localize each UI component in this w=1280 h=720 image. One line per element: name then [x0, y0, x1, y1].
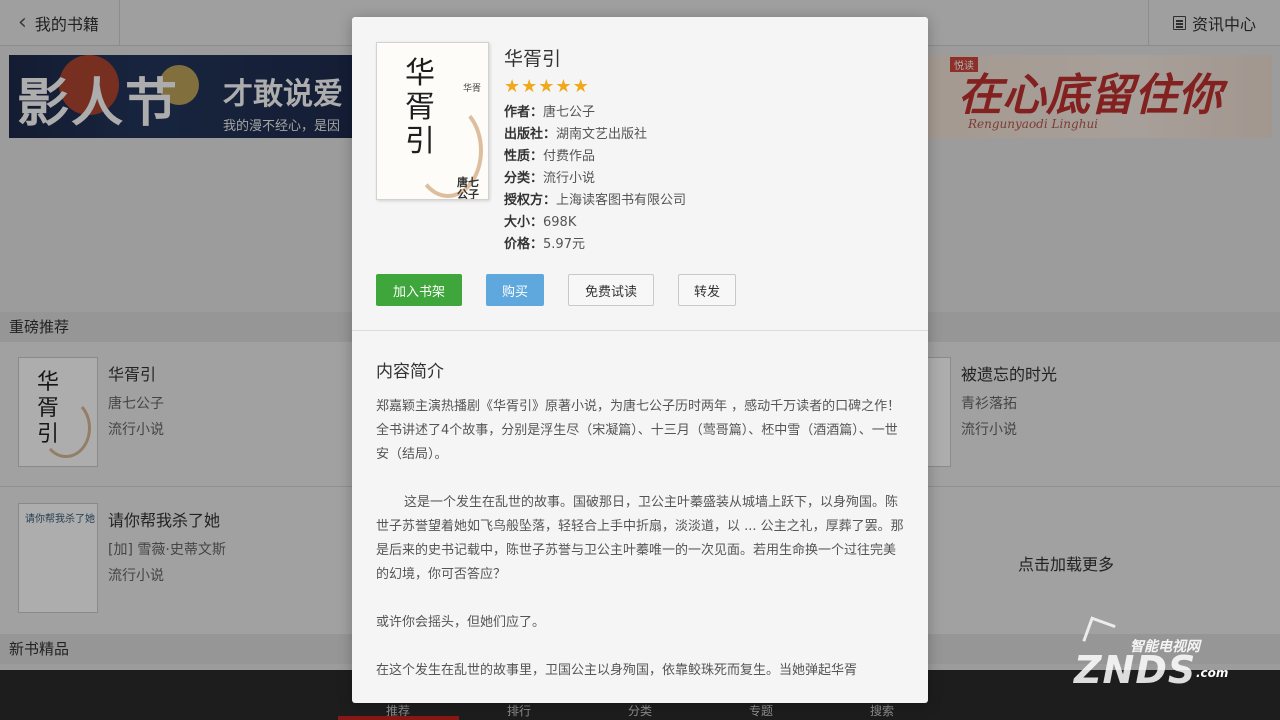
- summary-paragraph: 或许你会摇头，但她们应了。: [376, 615, 546, 630]
- info-value: 付费作品: [543, 149, 596, 164]
- summary-paragraph: 这是一个发生在乱世的故事。国破那日，卫公主叶蓁盛装从城墙上跃下，以身殉国。陈世子…: [376, 495, 904, 582]
- star-icon: ★: [555, 76, 572, 97]
- free-trial-button[interactable]: 免费试读: [568, 274, 654, 306]
- summary-body[interactable]: 郑嘉颖主演热播剧《华胥引》原著小说，为唐七公子历时两年 ，感动千万读者的口碑之作…: [376, 395, 904, 683]
- summary-paragraph: 郑嘉颖主演热播剧《华胥引》原著小说，为唐七公子历时两年 ，感动千万读者的口碑之作…: [376, 399, 901, 414]
- info-label: 性质：: [504, 149, 544, 164]
- info-price: 价格：5.97元: [504, 233, 585, 252]
- star-icon: ★: [521, 76, 538, 97]
- detail-book-cover: 华胥引 华胥 唐七公子: [376, 42, 489, 200]
- summary-paragraph: 在这个发生在乱世的故事里，卫国公主以身殉国，依靠鲛珠死而复生。当她弹起华胥: [376, 663, 858, 678]
- info-label: 大小：: [504, 215, 544, 230]
- info-label: 价格：: [504, 237, 544, 252]
- star-icon: ★: [504, 76, 521, 97]
- info-value: 流行小说: [543, 171, 596, 186]
- info-publisher: 出版社：湖南文艺出版社: [504, 123, 647, 142]
- summary-paragraph: 全书讲述了4个故事，分别是浮生尽（宋凝篇）、十三月（莺哥篇）、柸中雪（酒酒篇）、…: [376, 423, 898, 462]
- info-size: 大小：698K: [504, 211, 576, 230]
- divider: [352, 330, 928, 331]
- star-icon: ★: [538, 76, 555, 97]
- watermark-brand: ZNDS: [1074, 648, 1197, 692]
- info-value: 湖南文艺出版社: [556, 127, 648, 142]
- info-value: 5.97元: [543, 237, 585, 252]
- info-label: 出版社：: [504, 127, 557, 142]
- star-icon: ★: [572, 76, 589, 97]
- znds-watermark-logo: 智能电视网 ZNDS .com: [1068, 616, 1248, 692]
- rating-stars: ★ ★ ★ ★ ★: [504, 77, 590, 97]
- info-value: 上海读客图书有限公司: [556, 193, 687, 208]
- summary-title: 内容简介: [376, 362, 444, 382]
- add-to-shelf-button[interactable]: 加入书架: [376, 274, 462, 306]
- buy-button[interactable]: 购买: [486, 274, 544, 306]
- info-label: 分类：: [504, 171, 544, 186]
- tv-antenna-icon: [1082, 616, 1116, 650]
- info-label: 授权方：: [504, 193, 557, 208]
- cover-side-text: 华胥: [463, 84, 482, 94]
- cover-author: 唐七公子: [457, 176, 479, 200]
- info-licensor: 授权方：上海读客图书有限公司: [504, 189, 686, 208]
- info-category: 分类：流行小说: [504, 167, 595, 186]
- share-button[interactable]: 转发: [678, 274, 736, 306]
- info-label: 作者：: [504, 105, 544, 120]
- info-author: 作者：唐七公子: [504, 101, 595, 120]
- info-value: 唐七公子: [543, 105, 596, 120]
- watermark-domain: .com: [1196, 666, 1229, 680]
- info-value: 698K: [543, 215, 577, 230]
- info-type: 性质：付费作品: [504, 145, 595, 164]
- book-detail-dialog: 华胥引 华胥 唐七公子 华胥引 ★ ★ ★ ★ ★ 作者：唐七公子 出版社：湖南文艺出版…: [352, 17, 928, 703]
- detail-title: 华胥引: [504, 48, 562, 70]
